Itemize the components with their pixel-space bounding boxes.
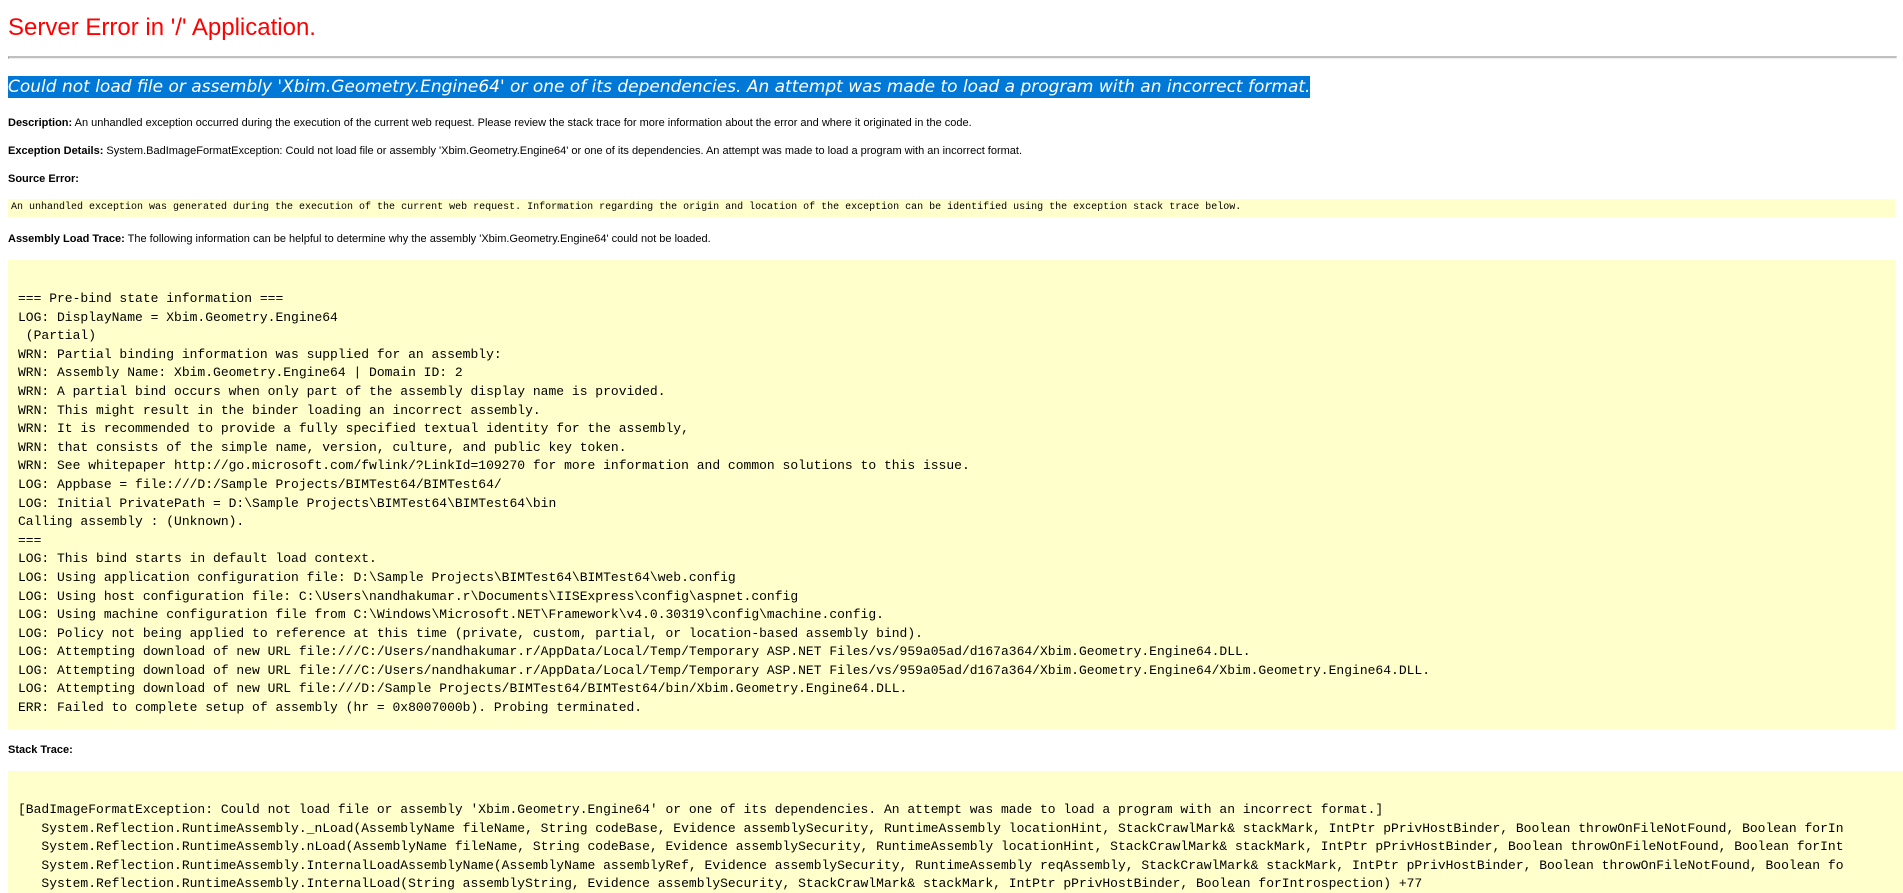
trace-log-line: WRN: It is recommended to provide a full…	[18, 421, 689, 437]
page-title: Server Error in '/' Application.	[8, 14, 316, 41]
stack-trace-label: Stack Trace:	[8, 744, 73, 756]
trace-log-line: ===	[18, 532, 42, 548]
stack-trace-heading: Stack Trace:	[8, 743, 73, 757]
assembly-load-trace-box: === Pre-bind state information === LOG: D…	[8, 260, 1895, 729]
trace-log-line: WRN: A partial bind occurs when only par…	[18, 383, 666, 399]
assembly-load-trace-label: Assembly Load Trace:	[8, 233, 125, 245]
source-error-label: Source Error:	[8, 173, 79, 185]
stack-trace-line: System.Reflection.RuntimeAssembly.Intern…	[18, 857, 1844, 873]
source-error-box: An unhandled exception was generated dur…	[8, 199, 1895, 217]
description-text: An unhandled exception occurred during t…	[72, 117, 972, 129]
trace-log-line: WRN: This might result in the binder loa…	[18, 402, 541, 418]
trace-log-line: LOG: Policy not being applied to referen…	[18, 625, 923, 641]
trace-log-line: LOG: Appbase = file:///D:/Sample Project…	[18, 476, 502, 492]
stack-trace-line: System.Reflection.RuntimeAssembly._nLoad…	[18, 820, 1844, 836]
title-divider	[8, 56, 1897, 59]
trace-log-line: LOG: Using host configuration file: C:\U…	[18, 588, 799, 604]
trace-log-line: LOG: Using machine configuration file fr…	[18, 607, 884, 623]
description-label: Description:	[8, 117, 73, 129]
trace-log-line: LOG: Using application configuration fil…	[18, 569, 736, 585]
trace-log-line: WRN: See whitepaper http://go.microsoft.…	[18, 458, 970, 474]
error-message-text[interactable]: Could not load file or assembly 'Xbim.Ge…	[8, 76, 1311, 98]
stack-trace-box: [BadImageFormatException: Could not load…	[8, 771, 1903, 893]
exception-details-paragraph: Exception Details: System.BadImageFormat…	[8, 144, 1022, 158]
trace-log-line: LOG: This bind starts in default load co…	[18, 551, 377, 567]
trace-log-line: WRN: Assembly Name: Xbim.Geometry.Engine…	[18, 365, 463, 381]
error-page: Server Error in '/' Application. Could n…	[8, 0, 1903, 893]
description-paragraph: Description: An unhandled exception occu…	[8, 116, 972, 130]
trace-log-line: WRN: Partial binding information was sup…	[18, 346, 502, 362]
source-error-heading: Source Error:	[8, 172, 79, 186]
error-message-heading: Could not load file or assembly 'Xbim.Ge…	[8, 76, 1311, 98]
source-error-text: An unhandled exception was generated dur…	[11, 202, 1242, 213]
assembly-load-trace-text: The following information can be helpful…	[124, 233, 711, 245]
stack-trace-line: System.Reflection.RuntimeAssembly.nLoad(…	[18, 839, 1844, 855]
trace-log-line: WRN: that consists of the simple name, v…	[18, 439, 627, 455]
trace-log-line: Calling assembly : (Unknown).	[18, 514, 245, 530]
stack-trace-line: [BadImageFormatException: Could not load…	[18, 802, 1384, 817]
exception-details-label: Exception Details:	[8, 145, 104, 157]
trace-log-line: LOG: Attempting download of new URL file…	[18, 644, 1251, 660]
trace-log-line: LOG: Initial PrivatePath = D:\Sample Pro…	[18, 495, 557, 511]
trace-log-line: LOG: Attempting download of new URL file…	[18, 681, 908, 697]
trace-log-line: ERR: Failed to complete setup of assembl…	[18, 700, 643, 716]
stack-trace-line: System.Reflection.RuntimeAssembly.Intern…	[18, 876, 1423, 892]
trace-log-line: (Partial)	[18, 328, 97, 344]
trace-log-line: === Pre-bind state information ===	[18, 291, 284, 306]
assembly-load-trace-paragraph: Assembly Load Trace: The following infor…	[8, 232, 711, 246]
trace-log-line: LOG: Attempting download of new URL file…	[18, 662, 1431, 678]
trace-log-line: LOG: DisplayName = Xbim.Geometry.Engine6…	[18, 309, 338, 325]
exception-details-text: System.BadImageFormatException: Could no…	[103, 145, 1023, 157]
